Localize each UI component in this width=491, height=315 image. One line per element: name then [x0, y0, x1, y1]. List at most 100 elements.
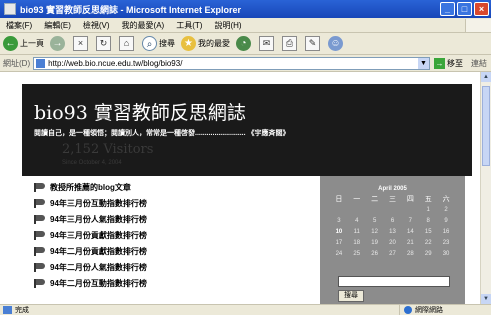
menu-edit[interactable]: 編輯(E) — [38, 20, 77, 31]
status-bar: 完成 網際網路 — [0, 304, 491, 315]
calendar-day[interactable]: 4 — [348, 216, 366, 227]
calendar-day[interactable]: 6 — [384, 216, 402, 227]
calendar-day[interactable]: 25 — [348, 249, 366, 260]
status-text: 完成 — [15, 307, 29, 314]
list-item[interactable]: 94年三月份貢獻指數排行榜 — [34, 227, 294, 243]
messenger-icon: ☺ — [328, 36, 343, 51]
globe-icon — [404, 306, 412, 314]
calendar-day[interactable]: 23 — [437, 238, 455, 249]
favorites-button[interactable]: ★ 我的最愛 — [181, 36, 230, 51]
forward-button[interactable]: → — [50, 36, 67, 51]
calendar-day[interactable]: 17 — [330, 238, 348, 249]
menu-tools[interactable]: 工具(T) — [170, 20, 208, 31]
search-button[interactable]: ⌕ 搜尋 — [142, 36, 175, 51]
list-item-label: 94年二月份人氣指數排行榜 — [50, 262, 147, 272]
calendar-day[interactable]: 12 — [366, 227, 384, 238]
links-button[interactable]: 連結 — [467, 58, 491, 69]
calendar-day — [384, 205, 402, 216]
mail-button[interactable]: ✉ — [259, 36, 276, 51]
since-date: Since October 4, 2004 — [62, 160, 122, 166]
search-input[interactable] — [338, 276, 450, 287]
calendar: April 2005 日一二三四五六 1 2 3 4 5 6 7 8 9 10 11 12 13 14 15 1… — [330, 184, 455, 260]
window-title: bio93 實習教師反思網誌 - Microsoft Internet Expl… — [20, 4, 242, 15]
calendar-day[interactable]: 26 — [366, 249, 384, 260]
calendar-day[interactable]: 16 — [437, 227, 455, 238]
address-url[interactable]: http://web.bio.ncue.edu.tw/blog/bio93/ — [48, 59, 418, 68]
calendar-day[interactable]: 15 — [419, 227, 437, 238]
scroll-thumb[interactable] — [482, 86, 490, 166]
flag-icon — [34, 246, 46, 256]
list-heading-label: 教授所推薦的blog文章 — [50, 183, 131, 192]
title-bar: bio93 實習教師反思網誌 - Microsoft Internet Expl… — [0, 0, 491, 18]
calendar-day[interactable]: 19 — [366, 238, 384, 249]
calendar-day[interactable]: 27 — [384, 249, 402, 260]
calendar-day[interactable]: 3 — [330, 216, 348, 227]
menu-favorites[interactable]: 我的最愛(A) — [116, 20, 171, 31]
home-button[interactable]: ⌂ — [119, 36, 136, 51]
calendar-day[interactable]: 2 — [437, 205, 455, 216]
calendar-day[interactable]: 1 — [419, 205, 437, 216]
calendar-day[interactable]: 14 — [401, 227, 419, 238]
list-heading[interactable]: 教授所推薦的blog文章 — [34, 180, 294, 195]
calendar-month[interactable]: April 2005 — [330, 184, 455, 194]
close-button[interactable]: × — [474, 2, 489, 16]
go-label: 移至 — [447, 58, 463, 68]
calendar-day[interactable]: 13 — [384, 227, 402, 238]
minimize-button[interactable]: _ — [440, 2, 455, 16]
calendar-day[interactable]: 8 — [419, 216, 437, 227]
list-item[interactable]: 94年三月份互動指數排行榜 — [34, 195, 294, 211]
menu-view[interactable]: 檢視(V) — [77, 20, 116, 31]
calendar-day[interactable]: 5 — [366, 216, 384, 227]
address-input[interactable]: http://web.bio.ncue.edu.tw/blog/bio93/ ▼ — [33, 56, 430, 70]
calendar-day[interactable]: 24 — [330, 249, 348, 260]
calendar-day[interactable]: 20 — [384, 238, 402, 249]
stop-button[interactable]: × — [73, 36, 90, 51]
sidebar: April 2005 日一二三四五六 1 2 3 4 5 6 7 8 9 10 11 12 13 14 15 1… — [320, 176, 465, 304]
calendar-day[interactable]: 9 — [437, 216, 455, 227]
forward-arrow-icon: → — [50, 36, 65, 51]
flag-icon — [34, 278, 46, 288]
toolbar: ← 上一頁 → × ↻ ⌂ ⌕ 搜尋 ★ 我的最愛 ◔ ✉ ⎙ ✎ ☺ — [0, 33, 491, 55]
scroll-down-icon[interactable]: ▼ — [481, 294, 491, 304]
calendar-weekday: 五 — [424, 196, 432, 203]
maximize-button[interactable]: □ — [457, 2, 472, 16]
list-item[interactable]: 94年三月份人氣指數排行榜 — [34, 211, 294, 227]
refresh-button[interactable]: ↻ — [96, 36, 113, 51]
back-label: 上一頁 — [20, 39, 44, 48]
calendar-day[interactable]: 10 — [330, 227, 348, 238]
calendar-weekday: 三 — [388, 196, 396, 203]
chevron-down-icon[interactable]: ▼ — [418, 57, 429, 69]
calendar-day[interactable]: 7 — [401, 216, 419, 227]
list-item[interactable]: 94年二月份互動指數排行榜 — [34, 275, 294, 291]
menu-help[interactable]: 說明(H) — [208, 20, 247, 31]
favorites-label: 我的最愛 — [198, 39, 230, 48]
blog-title[interactable]: bio93 實習教師反思網誌 — [34, 98, 246, 125]
go-button[interactable]: → 移至 — [430, 57, 467, 69]
calendar-day — [401, 205, 419, 216]
vertical-scrollbar[interactable]: ▲ ▼ — [480, 72, 491, 304]
back-arrow-icon: ← — [3, 36, 18, 51]
calendar-day[interactable]: 22 — [419, 238, 437, 249]
list-item[interactable]: 94年二月份人氣指數排行榜 — [34, 259, 294, 275]
ie-icon — [4, 3, 16, 15]
list-item-label: 94年二月份互動指數排行榜 — [50, 278, 147, 288]
calendar-day[interactable]: 28 — [401, 249, 419, 260]
calendar-day[interactable]: 11 — [348, 227, 366, 238]
print-button[interactable]: ⎙ — [282, 36, 299, 51]
scroll-up-icon[interactable]: ▲ — [481, 72, 491, 82]
back-button[interactable]: ← 上一頁 — [3, 36, 44, 51]
address-bar: 網址(D) http://web.bio.ncue.edu.tw/blog/bi… — [0, 55, 491, 72]
edit-button[interactable]: ✎ — [305, 36, 322, 51]
menu-file[interactable]: 檔案(F) — [0, 20, 38, 31]
calendar-day[interactable]: 29 — [419, 249, 437, 260]
calendar-day[interactable]: 21 — [401, 238, 419, 249]
address-label: 網址(D) — [3, 58, 31, 68]
list-item[interactable]: 94年二月份貢獻指數排行榜 — [34, 243, 294, 259]
messenger-button[interactable]: ☺ — [328, 36, 345, 51]
flag-icon — [34, 214, 46, 224]
history-button[interactable]: ◔ — [236, 36, 253, 51]
calendar-day[interactable]: 30 — [437, 249, 455, 260]
search-submit-button[interactable]: 搜尋 — [338, 290, 364, 302]
calendar-day — [330, 205, 348, 216]
calendar-day[interactable]: 18 — [348, 238, 366, 249]
